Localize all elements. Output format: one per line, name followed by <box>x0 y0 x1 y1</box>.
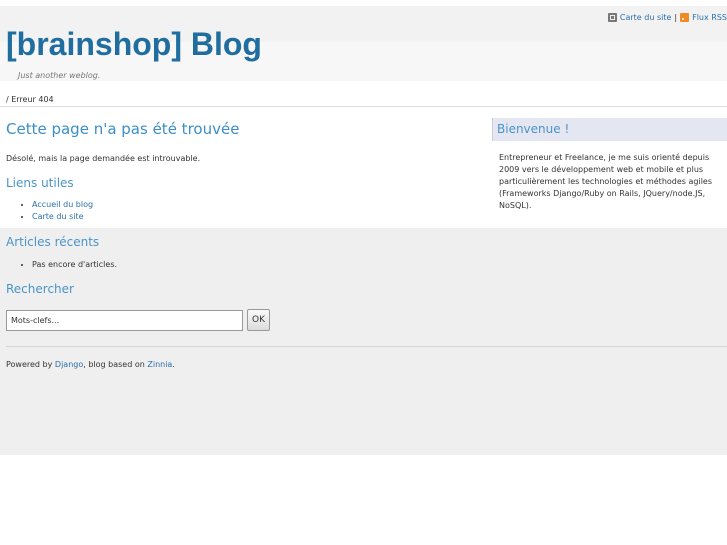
useful-links-list: Accueil du blog Carte du site <box>0 199 93 223</box>
sitemap-link[interactable]: Carte du site <box>620 13 672 22</box>
zinnia-link[interactable]: Zinnia <box>147 360 172 369</box>
footer-prefix: Powered by <box>6 360 55 369</box>
sitemap-icon <box>607 13 617 22</box>
sitemap-list-link[interactable]: Carte du site <box>32 212 84 221</box>
footer-suffix: . <box>172 360 175 369</box>
sidebar-title: Bienvenue ! <box>497 122 570 136</box>
footer-divider <box>6 346 727 347</box>
django-link[interactable]: Django <box>55 360 83 369</box>
rss-link[interactable]: Flux RSS <box>692 13 727 22</box>
list-item: Pas encore d'articles. <box>32 259 117 271</box>
footer: Powered by Django, blog based on Zinnia. <box>6 360 175 369</box>
top-links: Carte du site | Flux RSS <box>607 13 727 22</box>
sidebar-text: Entrepreneur et Freelance, je me suis or… <box>499 153 713 210</box>
search-heading: Rechercher <box>6 282 74 296</box>
recent-articles-heading: Articles récents <box>6 235 100 249</box>
header-divider <box>0 106 727 107</box>
error-message: Désolé, mais la page demandée est introu… <box>6 154 201 163</box>
site-title[interactable]: [brainshop] Blog <box>6 25 262 63</box>
sidebar-header: Bienvenue ! <box>492 118 727 141</box>
useful-links-heading: Liens utiles <box>6 176 74 190</box>
breadcrumb: / Erreur 404 <box>6 95 54 104</box>
site-title-link[interactable]: [brainshop] Blog <box>6 26 262 62</box>
site-tagline: Just another weblog. <box>18 71 101 80</box>
footer-middle: , blog based on <box>83 360 148 369</box>
search-submit-button[interactable]: OK <box>247 309 270 331</box>
search-input[interactable] <box>6 310 243 331</box>
top-links-separator: | <box>674 13 678 22</box>
list-item: Accueil du blog <box>32 199 93 211</box>
blog-home-link[interactable]: Accueil du blog <box>32 200 93 209</box>
page-heading: Cette page n'a pas été trouvée <box>6 120 240 138</box>
recent-articles-list: Pas encore d'articles. <box>0 259 117 271</box>
rss-icon <box>680 13 690 22</box>
list-item: Carte du site <box>32 211 93 223</box>
